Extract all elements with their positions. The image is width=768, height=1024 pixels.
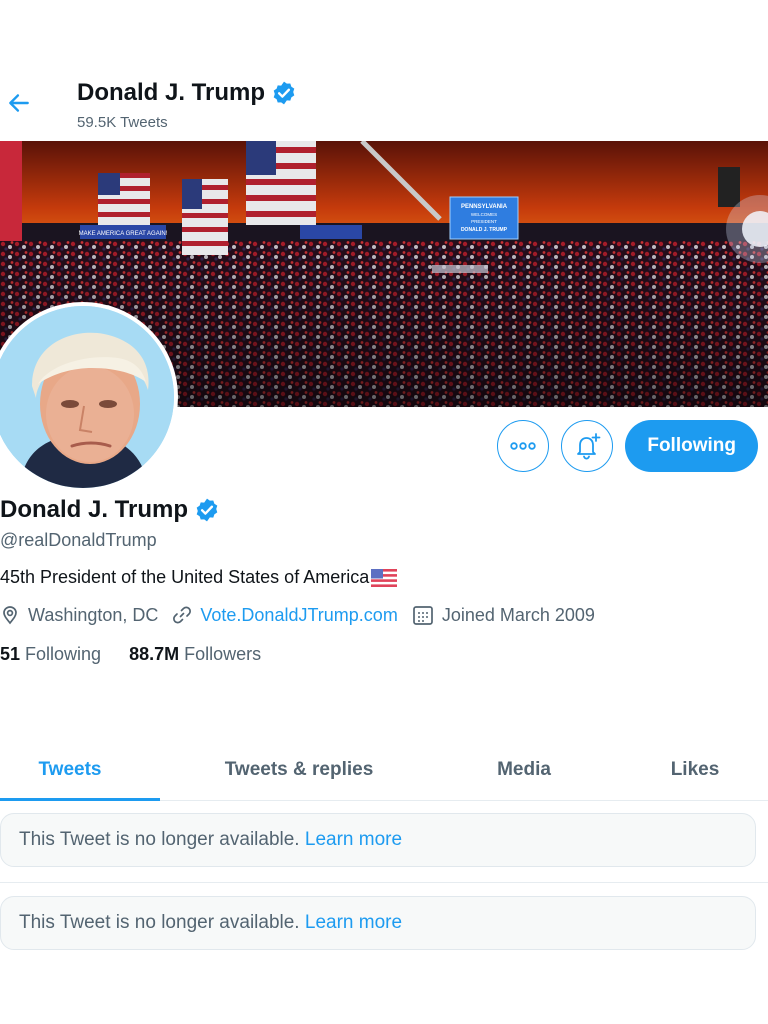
website-item: Vote.DonaldJTrump.com bbox=[172, 605, 398, 626]
location-text: Washington, DC bbox=[28, 604, 159, 625]
tab-media[interactable]: Media bbox=[470, 740, 578, 799]
followers-count: 88.7M bbox=[129, 644, 180, 664]
profile-tabs: Tweets Tweets & replies Media Likes bbox=[0, 740, 768, 801]
followers-label: Followers bbox=[184, 644, 262, 664]
rally-sign: PENNSYLVANIA WELCOMES PRESIDENT DONALD J… bbox=[449, 196, 519, 240]
verified-badge-icon bbox=[194, 497, 220, 523]
sign-line-2: WELCOMES bbox=[471, 212, 497, 217]
back-button[interactable] bbox=[4, 88, 34, 118]
header-name-text: Donald J. Trump bbox=[77, 79, 266, 106]
followers-count-link[interactable]: 88.7M Followers bbox=[129, 644, 261, 665]
profile-bio: 45th President of the United States of A… bbox=[0, 567, 398, 588]
rally-banner-text: MAKE AMERICA GREAT AGAIN! bbox=[79, 231, 168, 237]
profile-name-text: Donald J. Trump bbox=[0, 496, 189, 523]
unavailable-tweet-notice: This Tweet is no longer available. Learn… bbox=[0, 813, 756, 867]
bell-plus-icon bbox=[577, 433, 601, 460]
location-item: Washington, DC bbox=[0, 605, 158, 626]
following-count: 51 bbox=[0, 644, 21, 664]
verified-badge-icon bbox=[271, 80, 297, 106]
avatar[interactable] bbox=[0, 302, 178, 492]
us-flag-icon bbox=[371, 568, 398, 587]
tweet-count: 59.5K Tweets bbox=[77, 114, 168, 131]
sign-line-4: DONALD J. TRUMP bbox=[461, 227, 508, 233]
following-button[interactable]: Following bbox=[625, 420, 758, 472]
more-icon bbox=[510, 442, 537, 450]
learn-more-link[interactable]: Learn more bbox=[305, 912, 402, 934]
header-name: Donald J. Trump bbox=[77, 79, 297, 107]
timeline-divider bbox=[0, 882, 768, 883]
unavailable-tweet-notice: This Tweet is no longer available. Learn… bbox=[0, 896, 756, 950]
unavailable-message: This Tweet is no longer available. bbox=[19, 829, 300, 850]
profile-header-bar: Donald J. Trump 59.5K Tweets bbox=[0, 70, 768, 140]
sign-line-1: PENNSYLVANIA bbox=[461, 204, 508, 210]
notifications-button[interactable] bbox=[561, 420, 614, 472]
tab-likes[interactable]: Likes bbox=[650, 740, 740, 799]
profile-stats: 51 Following 88.7M Followers bbox=[0, 644, 289, 665]
bio-text: 45th President of the United States of A… bbox=[0, 567, 370, 587]
tab-tweets[interactable]: Tweets bbox=[0, 740, 140, 799]
following-label: Following bbox=[25, 644, 102, 664]
joined-text: Joined March 2009 bbox=[441, 604, 595, 625]
calendar-icon bbox=[412, 606, 433, 625]
unavailable-message: This Tweet is no longer available. bbox=[19, 912, 300, 933]
profile-name: Donald J. Trump bbox=[0, 496, 220, 524]
location-pin-icon bbox=[3, 606, 17, 625]
active-tab-indicator bbox=[0, 798, 160, 801]
profile-meta: Washington, DC Vote.DonaldJTrump.com Joi… bbox=[0, 604, 609, 626]
tab-tweets-replies[interactable]: Tweets & replies bbox=[200, 740, 398, 799]
website-link[interactable]: Vote.DonaldJTrump.com bbox=[200, 605, 397, 626]
following-count-link[interactable]: 51 Following bbox=[0, 644, 101, 665]
sign-line-3: PRESIDENT bbox=[471, 219, 497, 224]
arrow-left-icon bbox=[9, 94, 29, 112]
joined-item: Joined March 2009 bbox=[412, 604, 595, 626]
profile-actions: Following bbox=[497, 420, 758, 472]
link-icon bbox=[173, 606, 192, 624]
more-button[interactable] bbox=[497, 420, 550, 472]
learn-more-link[interactable]: Learn more bbox=[305, 829, 402, 851]
profile-handle: @realDonaldTrump bbox=[0, 530, 157, 550]
